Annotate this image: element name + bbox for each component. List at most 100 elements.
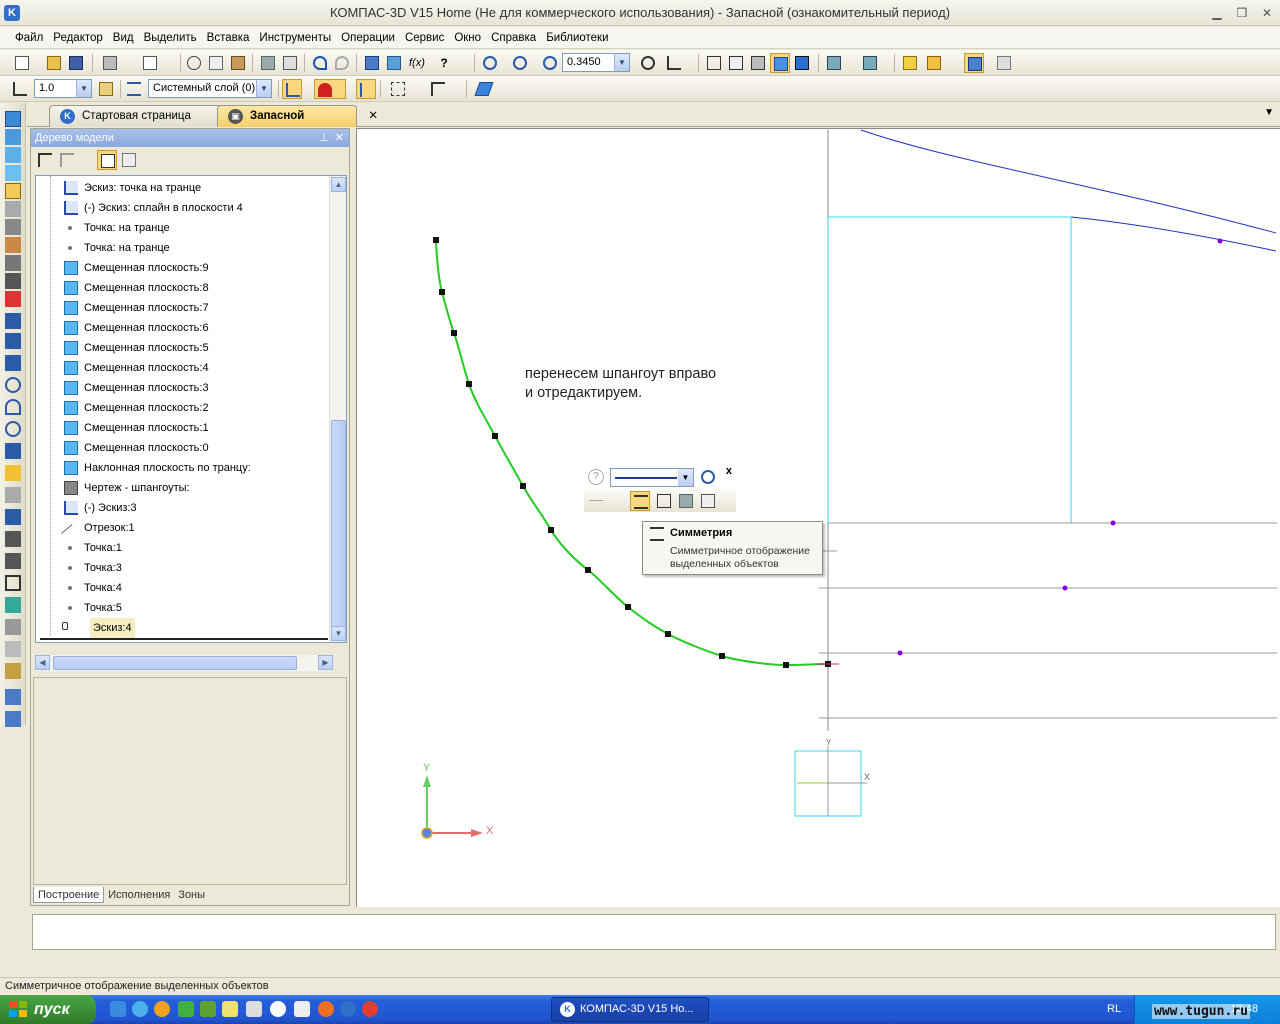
tree-filter-icon[interactable] bbox=[824, 53, 844, 73]
tree-properties-icon[interactable] bbox=[119, 150, 139, 170]
notation-icon[interactable] bbox=[5, 273, 21, 289]
tree-item[interactable]: Смещенная плоскость:8 bbox=[36, 278, 332, 298]
chevron-down-icon[interactable]: ▼ bbox=[256, 80, 271, 97]
ellipse-icon[interactable] bbox=[5, 421, 21, 437]
point-tool-icon[interactable] bbox=[5, 465, 21, 481]
tab-versions[interactable]: Исполнения bbox=[104, 887, 174, 903]
coordinate-icon[interactable] bbox=[10, 79, 30, 99]
shaded-icon[interactable] bbox=[770, 53, 790, 73]
layers-icon[interactable] bbox=[124, 79, 144, 99]
firefox-icon[interactable] bbox=[154, 1001, 170, 1017]
step-combo[interactable]: 1.0 ▼ bbox=[34, 79, 92, 98]
chevron-down-icon[interactable]: ▼ bbox=[614, 54, 629, 71]
tab-start-page[interactable]: K Стартовая страница bbox=[49, 105, 225, 127]
pen-icon[interactable] bbox=[294, 1001, 310, 1017]
polyline-icon[interactable] bbox=[5, 509, 21, 525]
insert-icon[interactable] bbox=[5, 689, 21, 705]
diagnostics-icon[interactable] bbox=[5, 201, 21, 217]
plane-orientation-icon[interactable] bbox=[474, 79, 506, 99]
tree-list-icon[interactable] bbox=[57, 150, 77, 170]
fillet-icon[interactable] bbox=[5, 531, 21, 547]
tree-item[interactable]: Эскиз: точка на транце bbox=[36, 178, 332, 198]
sheet-metal-icon[interactable] bbox=[5, 237, 21, 253]
menu-tools[interactable]: Инструменты bbox=[254, 27, 336, 49]
redo-icon[interactable] bbox=[332, 53, 352, 73]
house-icon[interactable] bbox=[924, 53, 944, 73]
tree-item[interactable]: Смещенная плоскость:1 bbox=[36, 418, 332, 438]
auxiliary-line-icon[interactable] bbox=[5, 333, 21, 349]
hatch-icon[interactable] bbox=[5, 619, 21, 635]
tab-zones[interactable]: Зоны bbox=[174, 887, 209, 903]
tree-vertical-scrollbar[interactable]: ▲ ▼ bbox=[329, 176, 346, 642]
violet-point[interactable] bbox=[1062, 585, 1068, 591]
menu-view[interactable]: Вид bbox=[108, 27, 139, 49]
zoom-scale-combo[interactable]: 0.3450 ▼ bbox=[562, 53, 630, 72]
app-icon-green[interactable] bbox=[178, 1001, 194, 1017]
tree-item[interactable]: Смещенная плоскость:5 bbox=[36, 338, 332, 358]
orientation-icon[interactable] bbox=[664, 53, 684, 73]
help-hint-icon[interactable]: ? bbox=[588, 469, 604, 485]
dimensions-icon[interactable] bbox=[5, 291, 21, 307]
paste-icon[interactable] bbox=[228, 53, 248, 73]
new-document-button[interactable] bbox=[12, 53, 32, 73]
chevron-down-icon[interactable]: ▼ bbox=[678, 469, 693, 486]
tree-item[interactable]: Точка:4 bbox=[36, 578, 332, 598]
tree-item[interactable]: Отрезок:1 bbox=[36, 518, 332, 544]
tree-horizontal-scrollbar[interactable]: ◀ ▶ bbox=[35, 655, 333, 671]
messenger-icon[interactable] bbox=[132, 1001, 148, 1017]
language-indicator[interactable]: RL bbox=[1107, 995, 1121, 1024]
tree-item[interactable]: Чертеж - шпангоуты: bbox=[36, 478, 332, 498]
tabs-dropdown-icon[interactable]: ▼ bbox=[1264, 107, 1274, 118]
select-filter-icon[interactable] bbox=[860, 53, 880, 73]
brush-style-icon[interactable] bbox=[676, 491, 696, 511]
pin-icon[interactable]: ⊥ bbox=[319, 129, 329, 147]
properties-icon[interactable] bbox=[280, 53, 300, 73]
tree-item[interactable]: Смещенная плоскость:4 bbox=[36, 358, 332, 378]
menu-operations[interactable]: Операции bbox=[336, 27, 400, 49]
tree-item[interactable]: Смещенная плоскость:7 bbox=[36, 298, 332, 318]
cube-yellow-icon[interactable] bbox=[900, 53, 920, 73]
drawing-viewport[interactable]: перенесем шпангоут вправо и отредактируе… bbox=[356, 128, 1280, 907]
layer-combo[interactable]: Системный слой (0) ▼ bbox=[148, 79, 272, 98]
command-line[interactable] bbox=[32, 914, 1276, 950]
cut-icon[interactable] bbox=[184, 53, 204, 73]
violet-point[interactable] bbox=[1110, 520, 1116, 526]
brush-tool-icon[interactable] bbox=[5, 663, 21, 679]
auxiliary-geometry-icon[interactable] bbox=[5, 165, 21, 181]
zoom-icon[interactable] bbox=[540, 53, 560, 73]
halftone-icon[interactable] bbox=[748, 53, 768, 73]
tree-view-mode-icon[interactable] bbox=[97, 150, 117, 170]
tree-item[interactable]: (-) Эскиз:3 bbox=[36, 498, 332, 518]
grid-icon[interactable] bbox=[388, 79, 408, 99]
zoom-dynamic-icon[interactable] bbox=[510, 53, 530, 73]
scroll-down-icon[interactable]: ▼ bbox=[331, 626, 346, 641]
media-player-icon[interactable] bbox=[270, 1001, 286, 1017]
line-style-combo[interactable]: ▼ bbox=[610, 468, 694, 487]
snap-icon[interactable] bbox=[96, 79, 116, 99]
tree-item[interactable]: (-) Эскиз: сплайн в плоскости 4 bbox=[36, 198, 332, 218]
violet-point[interactable] bbox=[897, 650, 903, 656]
panel-icon[interactable] bbox=[994, 53, 1014, 73]
collection-icon[interactable] bbox=[5, 641, 21, 657]
tree-item[interactable]: Смещенная плоскость:3 bbox=[36, 378, 332, 398]
menu-window[interactable]: Окно bbox=[449, 27, 486, 49]
parameters-icon[interactable] bbox=[5, 711, 21, 727]
help-icon[interactable]: ? bbox=[434, 53, 454, 73]
menu-insert[interactable]: Вставка bbox=[202, 27, 255, 49]
editing-icon[interactable] bbox=[5, 111, 21, 127]
scroll-thumb[interactable] bbox=[331, 420, 346, 632]
scroll-thumb[interactable] bbox=[53, 656, 297, 670]
parametric-icon[interactable] bbox=[356, 79, 376, 99]
wireframe-icon[interactable] bbox=[704, 53, 724, 73]
scroll-left-icon[interactable]: ◀ bbox=[35, 655, 50, 670]
ortho-icon[interactable] bbox=[428, 79, 448, 99]
chamfer-icon[interactable] bbox=[5, 553, 21, 569]
hidden-lines-icon[interactable] bbox=[726, 53, 746, 73]
print-preview-button[interactable] bbox=[140, 53, 160, 73]
zoom-to-selection-icon[interactable] bbox=[698, 467, 718, 487]
tree-item[interactable]: Точка: на транце bbox=[36, 218, 332, 238]
rectangle-icon[interactable] bbox=[5, 575, 21, 591]
taskbar-item-kompas[interactable]: K КОМПАС-3D V15 Ho... bbox=[551, 997, 709, 1022]
line-icon[interactable] bbox=[5, 313, 21, 329]
model-tree-list[interactable]: Эскиз: точка на транце (-) Эскиз: сплайн … bbox=[35, 175, 347, 643]
